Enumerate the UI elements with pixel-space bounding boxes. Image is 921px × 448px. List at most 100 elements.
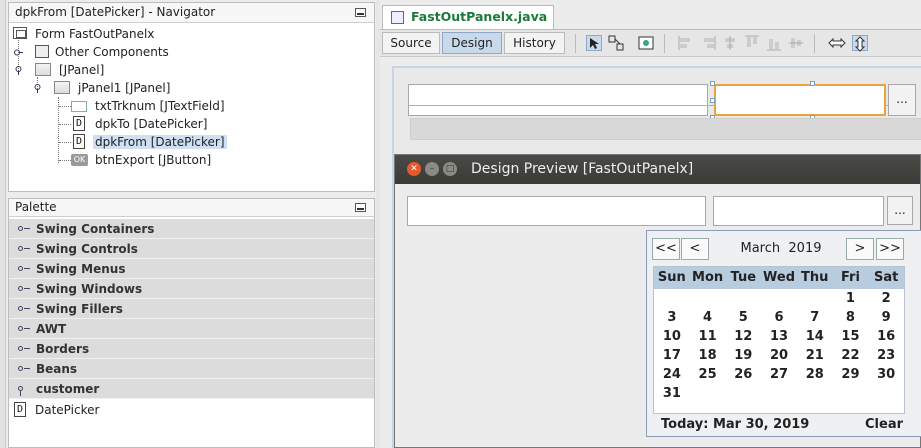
next-year-button[interactable]: >> — [876, 238, 904, 260]
calendar-day[interactable]: 3 — [654, 308, 690, 327]
calendar-day[interactable]: 14 — [797, 327, 833, 346]
tree-node-txttrknum[interactable]: txtTrknum [JTextField] — [71, 97, 225, 115]
calendar-day[interactable]: 17 — [654, 346, 690, 365]
design-view-button[interactable]: Design — [442, 32, 502, 54]
calendar-day[interactable]: 20 — [761, 346, 797, 365]
source-view-button[interactable]: Source — [382, 32, 440, 54]
palette-category-swing-menus[interactable]: Swing Menus — [9, 259, 374, 279]
button-placeholder-strip[interactable] — [410, 118, 921, 140]
date-picker-button[interactable]: ... — [887, 196, 913, 225]
center-vertical-icon[interactable] — [788, 35, 804, 51]
calendar-day[interactable]: 26 — [725, 365, 761, 384]
tree-node-btnexport[interactable]: OK btnExport [JButton] — [71, 151, 211, 169]
preview-design-icon[interactable] — [638, 35, 654, 51]
calendar-day[interactable]: 29 — [833, 365, 869, 384]
tree-node-dpkto[interactable]: D dpkTo [DatePicker] — [71, 115, 207, 133]
calendar-day[interactable]: 25 — [690, 365, 726, 384]
calendar-day[interactable]: 7 — [797, 308, 833, 327]
palette-category-customer[interactable]: customer — [9, 379, 374, 399]
maximize-window-icon[interactable]: □ — [443, 162, 457, 176]
calendar-day[interactable]: 6 — [761, 308, 797, 327]
clear-button[interactable]: Clear — [865, 417, 903, 432]
tree-node-label: jPanel1 [JPanel] — [78, 81, 171, 95]
align-right-icon[interactable] — [700, 35, 716, 51]
connection-mode-icon[interactable] — [608, 35, 624, 51]
calendar-day[interactable]: 4 — [690, 308, 726, 327]
file-tab[interactable]: FastOutPanelx.java — [382, 5, 554, 29]
collapse-pin-icon — [18, 266, 30, 271]
calendar-grid: Sun Mon Tue Wed Thu Fri Sat 1 2 3 4 5 6 7 8 9 10 1… — [653, 266, 905, 414]
prev-year-button[interactable]: << — [652, 238, 680, 260]
minimize-window-icon[interactable]: – — [425, 162, 439, 176]
calendar-day[interactable]: 18 — [690, 346, 726, 365]
resize-vertical-icon[interactable] — [852, 35, 868, 52]
calendar-day[interactable]: 28 — [797, 365, 833, 384]
calendar-day[interactable]: 10 — [654, 327, 690, 346]
preview-titlebar[interactable]: ✕ – □ Design Preview [FastOutPanelx] — [395, 155, 920, 184]
align-bottom-icon[interactable] — [766, 35, 782, 51]
collapse-handle-icon[interactable] — [33, 84, 42, 93]
calendar-day[interactable]: 21 — [797, 346, 833, 365]
calendar-year: 2019 — [788, 241, 822, 256]
calendar-day[interactable]: 19 — [725, 346, 761, 365]
palette-category-swing-containers[interactable]: Swing Containers — [9, 219, 374, 239]
align-top-icon[interactable] — [744, 35, 760, 51]
tree-node-other-components[interactable]: Other Components — [13, 43, 169, 61]
calendar-day[interactable]: 27 — [761, 365, 797, 384]
dpkfrom-field-design-selected[interactable] — [714, 84, 886, 116]
today-link[interactable]: Today: Mar 30, 2019 — [661, 417, 809, 432]
tree-connector — [59, 124, 71, 125]
center-horizontal-icon[interactable] — [722, 35, 738, 51]
selection-mode-icon[interactable] — [586, 35, 602, 51]
tree-node-jpanel[interactable]: [JPanel] — [13, 61, 104, 79]
calendar-day[interactable]: 12 — [725, 327, 761, 346]
calendar-day[interactable]: 9 — [868, 308, 904, 327]
datepicker-icon: D — [14, 402, 26, 417]
calendar-day[interactable]: 24 — [654, 365, 690, 384]
palette-category-borders[interactable]: Borders — [9, 339, 374, 359]
calendar-day[interactable]: 30 — [868, 365, 904, 384]
align-left-icon[interactable] — [678, 35, 694, 51]
next-month-button[interactable]: > — [846, 238, 874, 260]
tree-node-label: btnExport [JButton] — [95, 153, 212, 167]
calendar-day[interactable]: 16 — [868, 327, 904, 346]
calendar-day[interactable]: 15 — [833, 327, 869, 346]
history-view-button[interactable]: History — [504, 32, 565, 54]
expand-handle-icon[interactable] — [14, 48, 23, 57]
palette-category-swing-windows[interactable]: Swing Windows — [9, 279, 374, 299]
txttrknum-input[interactable] — [407, 196, 706, 226]
ellipsis-button-design[interactable]: ... — [888, 84, 916, 116]
dpkfrom-date-input[interactable] — [713, 196, 884, 226]
tree-node-form[interactable]: Form FastOutPanelx — [13, 25, 154, 43]
palette-item-datepicker[interactable]: D DatePicker — [9, 399, 374, 421]
resize-horizontal-icon[interactable] — [828, 35, 846, 51]
txttrknum-field-design[interactable] — [408, 84, 708, 116]
tree-node-dpkfrom[interactable]: D dpkFrom [DatePicker] — [71, 133, 227, 151]
calendar-day[interactable]: 13 — [761, 327, 797, 346]
palette-category-beans[interactable]: Beans — [9, 359, 374, 379]
calendar-day[interactable]: 23 — [868, 346, 904, 365]
calendar-day[interactable]: 2 — [868, 289, 904, 308]
collapse-pin-icon — [18, 226, 30, 231]
palette-category-swing-controls[interactable]: Swing Controls — [9, 239, 374, 259]
weekday-label: Thu — [801, 270, 829, 285]
minimize-icon[interactable] — [355, 203, 366, 212]
calendar-day[interactable]: 1 — [833, 289, 869, 308]
resize-handle[interactable] — [810, 81, 815, 86]
minimize-icon[interactable] — [355, 8, 366, 17]
calendar-day[interactable]: 11 — [690, 327, 726, 346]
tree-node-jpanel1[interactable]: jPanel1 [JPanel] — [32, 79, 170, 97]
resize-handle[interactable] — [710, 98, 715, 103]
calendar-day[interactable]: 31 — [654, 384, 690, 403]
prev-month-button[interactable]: < — [681, 238, 709, 260]
palette-category-swing-fillers[interactable]: Swing Fillers — [9, 299, 374, 319]
close-icon[interactable]: ✕ — [407, 162, 421, 176]
resize-handle[interactable] — [710, 81, 715, 86]
calendar-day[interactable]: 5 — [725, 308, 761, 327]
collapse-handle-icon[interactable] — [14, 66, 23, 75]
calendar-day[interactable]: 22 — [833, 346, 869, 365]
calendar-empty-cell — [725, 384, 761, 403]
calendar-empty-cell — [833, 384, 869, 403]
palette-category-awt[interactable]: AWT — [9, 319, 374, 339]
calendar-day[interactable]: 8 — [833, 308, 869, 327]
